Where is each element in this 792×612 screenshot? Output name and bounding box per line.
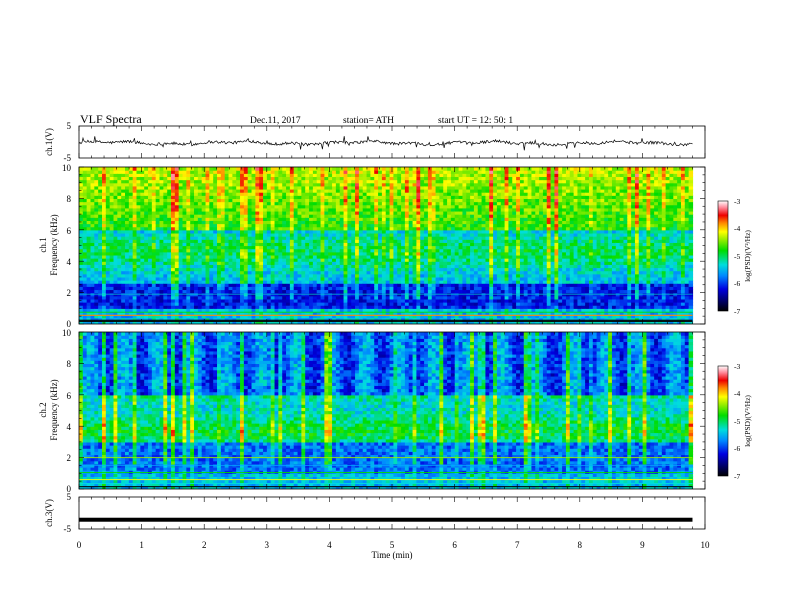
vlf-spectra-figure: VLF Spectra Dec.11, 2017 station= ATH st… [38,112,752,560]
ch1-spec-ytick-8: 8 [67,194,72,204]
ch2-spec-ylabel: Frequency (kHz) [49,379,59,440]
x-axis-label: Time (min) [372,550,413,560]
ch3-waveform-ticks [78,497,706,529]
xtick-5: 5 [390,540,395,550]
ch1-cb-tick-m7: -7 [734,307,740,316]
xtick-1: 1 [139,540,144,550]
ch1-spec-ytick-2: 2 [67,288,72,298]
ch1-spec-ytick-6: 6 [67,226,72,236]
ch1-spec-ytick-4: 4 [67,257,72,267]
header-date: Dec.11, 2017 [250,116,301,126]
xtick-8: 8 [578,540,583,550]
ch3-ytick-bottom: -5 [64,524,72,534]
ch1-spec-ylabel: Frequency (kHz) [49,214,59,275]
ch1-spectrogram-image [79,167,705,324]
ch1-cb-tick-m6: -6 [734,279,740,288]
ch1-waveform-trace [78,136,693,151]
ch2-cb-tick-m4: -4 [734,389,740,398]
ch1-waveform-panel: 5 -5 ch.1(V) [44,121,706,163]
xtick-3: 3 [265,540,270,550]
ch2-spec-ytick-10: 10 [62,328,72,338]
ch1-spec-ytick-10: 10 [62,163,72,173]
header-station: station= ATH [343,116,394,126]
ch2-spectrogram-image [79,332,705,489]
ch3-waveform-panel: 5 -5 ch.3(V) [44,492,706,534]
ch1-ytick-top: 5 [67,121,72,131]
ch1-spec-ylabel-channel: ch.1 [38,237,48,252]
xtick-4: 4 [327,540,332,550]
ch2-cb-tick-m7: -7 [734,472,740,481]
ch1-colorbar-label: log(PSD)(V²/Hz) [743,230,752,282]
ch3-waveform-ylabel: ch.3(V) [44,499,54,527]
ch1-colorbar-gradient [717,200,729,312]
xtick-9: 9 [640,540,645,550]
ch1-cb-tick-m5: -5 [734,252,740,261]
ch2-colorbar-gradient [717,365,729,477]
xtick-2: 2 [202,540,207,550]
ch1-ytick-bottom: -5 [64,153,72,163]
ch3-waveform-trace [79,517,693,522]
ch1-waveform-ylabel: ch.1(V) [44,128,54,156]
xtick-7: 7 [515,540,520,550]
ch1-colorbar: -3 -4 -5 -6 -7 log(PSD)(V²/Hz) [717,197,752,316]
ch1-spectrogram-panel: 10 8 6 4 2 0 ch.1 Frequency (kHz) -3 -4 … [38,163,752,329]
ch2-colorbar: -3 -4 -5 -6 -7 log(PSD)(V²/Hz) [717,362,752,481]
ch2-spec-ytick-6: 6 [67,391,72,401]
ch2-cb-tick-m6: -6 [734,444,740,453]
ch2-colorbar-label: log(PSD)(V²/Hz) [743,395,752,447]
ch2-spectrogram-panel: 10 8 6 4 2 0 ch.2 Frequency (kHz) -3 -4 … [38,328,752,494]
x-axis: 0 1 2 3 4 5 6 7 8 9 10 Time (min) [77,540,710,560]
ch2-spec-ytick-4: 4 [67,422,72,432]
ch2-spec-ytick-8: 8 [67,359,72,369]
ch2-cb-tick-m3: -3 [734,362,740,371]
figure-title: VLF Spectra [80,112,142,126]
ch2-spec-ytick-2: 2 [67,453,72,463]
header-start-ut: start UT = 12: 50: 1 [438,116,513,126]
ch1-cb-tick-m4: -4 [734,224,740,233]
ch2-cb-tick-m5: -5 [734,417,740,426]
xtick-10: 10 [701,540,711,550]
ch1-cb-tick-m3: -3 [734,197,740,206]
ch1-waveform-ticks [78,126,706,158]
ch2-spec-ylabel-channel: ch.2 [38,402,48,417]
ch3-ytick-top: 5 [67,492,72,502]
xtick-0: 0 [77,540,82,550]
xtick-6: 6 [452,540,457,550]
